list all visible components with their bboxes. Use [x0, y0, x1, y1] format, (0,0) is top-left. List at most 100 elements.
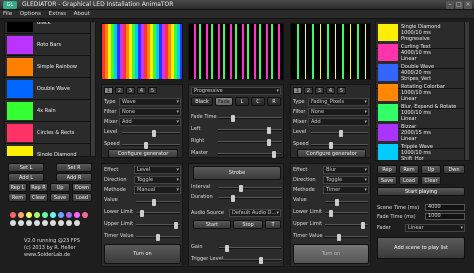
- rep-r-button[interactable]: Rep R: [29, 183, 48, 192]
- set-r-button[interactable]: Set R: [56, 163, 92, 172]
- save-button[interactable]: Save: [50, 193, 70, 202]
- save-button[interactable]: Save: [377, 176, 397, 185]
- menu-options[interactable]: Options: [17, 10, 44, 18]
- generator-tab-1[interactable]: 1: [293, 87, 302, 94]
- direction-select[interactable]: Toggle: [134, 176, 181, 184]
- rem-button[interactable]: Rem: [399, 165, 419, 174]
- generator-tab-2[interactable]: 2: [115, 87, 124, 94]
- timer-value-slider[interactable]: [136, 234, 180, 241]
- stop-button[interactable]: Stop: [233, 220, 263, 229]
- mixer-l-button[interactable]: L: [235, 97, 249, 106]
- maximize-icon[interactable]: □: [455, 1, 463, 9]
- generator-tab-2[interactable]: 2: [304, 87, 313, 94]
- generator-tab-5[interactable]: 5: [148, 87, 157, 94]
- value-slider[interactable]: [325, 199, 368, 206]
- set-l-button[interactable]: Set L: [8, 163, 44, 172]
- upper-limit-slider[interactable]: [136, 222, 180, 229]
- timer-value-slider[interactable]: [325, 234, 368, 241]
- clear-button[interactable]: Clear: [421, 176, 441, 185]
- configure-generator-left-button[interactable]: Configure generator: [108, 149, 178, 158]
- animation-list-item[interactable]: Circles & Rects: [5, 122, 95, 144]
- trigger-level-slider[interactable]: [219, 257, 281, 264]
- up-button[interactable]: Up: [421, 165, 441, 174]
- animation-list-item[interactable]: Single Diamond: [5, 144, 95, 156]
- close-icon[interactable]: ×: [464, 1, 472, 9]
- animation-list-item[interactable]: Simple Rainbow: [5, 56, 95, 78]
- animation-list-item[interactable]: Roto Bars: [5, 34, 95, 56]
- playlist-item[interactable]: Tripple Wave 1000/10 ms Shift_Hor: [376, 142, 469, 160]
- turn-on-left-button[interactable]: Turn on: [104, 244, 181, 264]
- filter-select[interactable]: None: [308, 108, 369, 116]
- scene-time-input[interactable]: 4000: [425, 204, 465, 211]
- effect-select[interactable]: Level: [134, 166, 181, 174]
- fade-button[interactable]: Fade: [215, 97, 233, 106]
- level-slider[interactable]: [311, 130, 368, 137]
- fade-time-slider[interactable]: [217, 115, 281, 122]
- minimize-icon[interactable]: –: [446, 1, 454, 9]
- mixer-select[interactable]: Add: [119, 118, 181, 126]
- turn-on-right-button[interactable]: Turn on: [293, 244, 369, 264]
- up-button[interactable]: Up: [50, 183, 70, 192]
- animation-list-item[interactable]: Black: [5, 22, 95, 34]
- rep-button[interactable]: Rep: [377, 165, 397, 174]
- start-playing-button[interactable]: Start playing: [377, 187, 465, 196]
- effect-select[interactable]: Blur: [323, 166, 369, 174]
- fade-time-input[interactable]: 1000: [425, 213, 465, 220]
- start-button[interactable]: Start: [193, 220, 231, 229]
- direction-select[interactable]: Toggle: [323, 176, 369, 184]
- generator-tab-5[interactable]: 5: [337, 87, 346, 94]
- fader-select[interactable]: Linear: [405, 224, 465, 232]
- add-scene-button[interactable]: Add scene to play list: [377, 237, 465, 259]
- mixer-select[interactable]: Add: [308, 118, 369, 126]
- speed-slider[interactable]: [122, 142, 180, 149]
- left-slider[interactable]: [217, 127, 281, 134]
- animation-list-label: Circles & Rects: [37, 130, 75, 136]
- generator-tab-1[interactable]: 1: [104, 87, 113, 94]
- t-button[interactable]: T: [265, 220, 281, 229]
- led-icon: [74, 212, 80, 218]
- right-slider[interactable]: [217, 139, 281, 146]
- add-r-button[interactable]: Add R: [56, 173, 92, 182]
- lower-limit-slider[interactable]: [136, 210, 180, 217]
- type-select[interactable]: Fading_Pixels: [308, 98, 369, 106]
- menu-file[interactable]: File: [0, 10, 15, 18]
- type-select[interactable]: Wave: [119, 98, 181, 106]
- lower-limit-slider[interactable]: [325, 210, 368, 217]
- upper-limit-slider[interactable]: [325, 222, 368, 229]
- filter-select[interactable]: None: [119, 108, 181, 116]
- rep-l-button[interactable]: Rep L: [8, 183, 27, 192]
- down-button[interactable]: Dwn: [443, 165, 465, 174]
- value-slider[interactable]: [136, 199, 180, 206]
- mixer-r-button[interactable]: R: [267, 97, 281, 106]
- playlist-scrollbar[interactable]: [464, 22, 469, 160]
- speed-slider[interactable]: [311, 142, 368, 149]
- mixer-c-button[interactable]: C: [251, 97, 265, 106]
- add-l-button[interactable]: Add L: [8, 173, 44, 182]
- methode-select[interactable]: Timer: [323, 186, 369, 194]
- configure-generator-right-button[interactable]: Configure generator: [297, 149, 366, 158]
- strobe-button[interactable]: Strobe: [193, 166, 281, 180]
- interval-slider[interactable]: [219, 185, 281, 192]
- duration-slider[interactable]: [219, 195, 281, 202]
- master-slider[interactable]: [217, 151, 281, 158]
- load-button[interactable]: Load: [399, 176, 419, 185]
- clear-button[interactable]: Clear: [29, 193, 48, 202]
- down-button[interactable]: Down: [72, 183, 92, 192]
- black-button[interactable]: Black: [191, 97, 213, 106]
- load-button[interactable]: Load: [72, 193, 92, 202]
- animation-list-item[interactable]: 4x Rain: [5, 100, 95, 122]
- generator-tab-3[interactable]: 3: [315, 87, 324, 94]
- animation-list-item[interactable]: Double Wave: [5, 78, 95, 100]
- rem-button[interactable]: Rem: [8, 193, 27, 202]
- generator-tab-4[interactable]: 4: [137, 87, 146, 94]
- generator-tab-3[interactable]: 3: [126, 87, 135, 94]
- menu-extras[interactable]: Extras: [46, 10, 69, 18]
- methode-select[interactable]: Manual: [134, 186, 181, 194]
- audio-source-select[interactable]: Default Audio D...: [229, 209, 281, 217]
- animation-list-scrollbar[interactable]: [90, 22, 95, 156]
- level-slider[interactable]: [122, 130, 180, 137]
- gain-slider[interactable]: [219, 245, 281, 252]
- generator-tab-4[interactable]: 4: [326, 87, 335, 94]
- menu-about[interactable]: About: [71, 10, 93, 18]
- mixer-mode-select[interactable]: Progressive: [191, 87, 281, 95]
